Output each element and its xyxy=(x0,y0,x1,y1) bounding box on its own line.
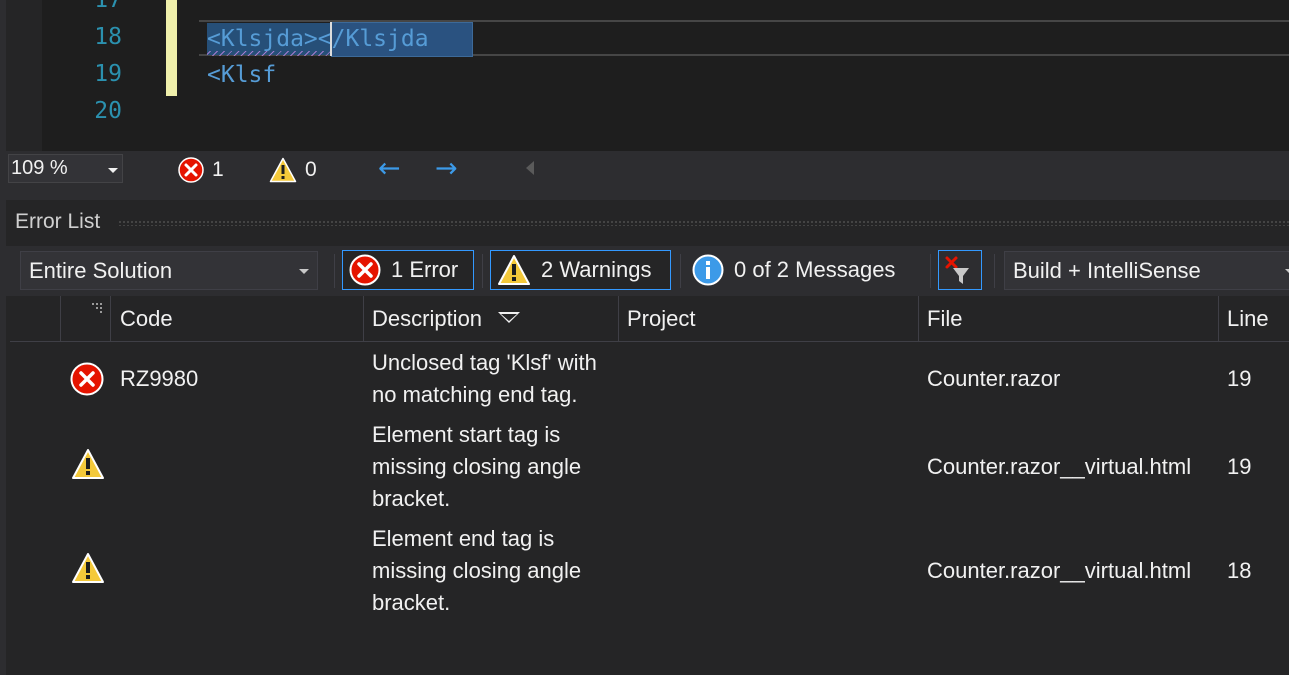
editor-glyph-margin xyxy=(6,0,42,151)
toolbar-separator xyxy=(994,254,995,288)
code-token-open-tag: <Klsjda> xyxy=(207,26,318,52)
panel-title: Error List xyxy=(15,210,101,233)
warning-file: Counter.razor__virtual.html xyxy=(927,558,1192,583)
source-combobox[interactable]: Build + IntelliSense xyxy=(1004,251,1289,290)
chevron-down-icon xyxy=(1285,269,1289,274)
error-code: RZ9980 xyxy=(120,366,199,391)
code-line-19[interactable]: <Klsf xyxy=(207,60,276,90)
column-header-description-label: Description xyxy=(372,306,483,331)
table-row[interactable]: Element start tag is missing closing ang… xyxy=(10,418,1289,516)
warning-file: Counter.razor__virtual.html xyxy=(927,454,1192,479)
column-header-line[interactable]: Line xyxy=(1219,296,1289,341)
error-list-header: Code Description Project File Line xyxy=(10,296,1289,342)
error-count-indicator[interactable]: 1 xyxy=(178,157,224,183)
line-number: 19 xyxy=(94,61,122,87)
table-row[interactable]: RZ9980 Unclosed tag 'Klsf' with no match… xyxy=(10,346,1289,414)
error-list-panel: Error List Entire Solution 1 Error 2 War… xyxy=(0,200,1289,675)
warning-icon xyxy=(498,255,530,285)
arrow-left-icon[interactable]: ← xyxy=(378,155,401,182)
clear-filter-button[interactable] xyxy=(938,250,982,290)
messages-filter-label: 0 of 2 Messages xyxy=(734,257,896,282)
error-icon xyxy=(349,254,381,286)
toolbar-separator xyxy=(930,254,931,288)
warning-icon xyxy=(72,449,104,479)
sort-descending-icon xyxy=(498,311,521,323)
panel-drag-grip[interactable] xyxy=(118,220,1289,226)
errors-filter-label: 1 Error xyxy=(391,257,459,282)
column-header-project[interactable]: Project xyxy=(619,296,917,341)
source-value: Build + IntelliSense xyxy=(1013,258,1201,283)
toolbar-separator xyxy=(334,254,335,288)
line-number: 20 xyxy=(94,98,122,124)
column-header-code[interactable]: Code xyxy=(112,296,362,341)
messages-filter-button[interactable]: 0 of 2 Messages xyxy=(686,250,926,290)
scope-value: Entire Solution xyxy=(29,258,173,283)
warning-icon xyxy=(269,157,297,183)
column-header-description[interactable]: Description xyxy=(364,296,618,341)
table-row[interactable]: Element end tag is missing closing angle… xyxy=(10,522,1289,620)
editor-status-bar: 109 % 1 0 ← → xyxy=(0,151,1289,187)
text-caret xyxy=(330,22,332,56)
change-tracking-bar xyxy=(166,20,177,96)
error-file: Counter.razor xyxy=(927,366,1061,391)
error-line: 19 xyxy=(1227,366,1252,391)
zoom-combobox[interactable]: 109 % xyxy=(8,154,123,183)
code-line-18[interactable]: <Klsjda></Klsjda xyxy=(207,24,429,54)
warning-count-indicator[interactable]: 0 xyxy=(269,157,317,183)
warning-description: Element start tag is missing closing ang… xyxy=(372,422,582,511)
line-number: 17 xyxy=(94,0,122,13)
toolbar-separator xyxy=(482,254,483,288)
warning-line: 19 xyxy=(1227,454,1252,479)
zoom-value: 109 % xyxy=(11,157,68,179)
warning-line: 18 xyxy=(1227,558,1252,583)
info-icon xyxy=(692,254,724,286)
column-separator[interactable] xyxy=(110,296,111,341)
warning-squiggle xyxy=(207,51,331,56)
warnings-filter-label: 2 Warnings xyxy=(541,257,652,282)
line-number: 18 xyxy=(94,24,122,50)
clear-filter-icon xyxy=(945,256,969,284)
warning-count: 0 xyxy=(305,158,317,181)
error-icon xyxy=(70,362,104,396)
code-token-close-tag: </Klsjda xyxy=(317,26,429,52)
errors-filter-button[interactable]: 1 Error xyxy=(342,250,474,290)
chevron-down-icon xyxy=(108,168,118,173)
column-header-file[interactable]: File xyxy=(919,296,1217,341)
scroll-left-icon[interactable] xyxy=(526,161,534,175)
arrow-right-icon[interactable]: → xyxy=(435,155,458,182)
scope-combobox[interactable]: Entire Solution xyxy=(20,251,318,290)
change-tracking-bar xyxy=(166,0,177,20)
error-description: Unclosed tag 'Klsf' with no matching end… xyxy=(372,350,597,407)
toolbar-separator xyxy=(680,254,681,288)
warnings-filter-button[interactable]: 2 Warnings xyxy=(490,250,671,290)
chevron-down-icon xyxy=(299,269,309,274)
panel-splitter[interactable] xyxy=(0,187,1289,200)
column-options-icon[interactable] xyxy=(92,303,104,313)
error-list-toolbar: Entire Solution 1 Error 2 Warnings 0 of … xyxy=(0,246,1289,296)
warning-icon xyxy=(72,553,104,583)
warning-description: Element end tag is missing closing angle… xyxy=(372,526,582,615)
error-count: 1 xyxy=(212,158,224,181)
code-editor[interactable]: 17 18 19 20 <Klsjda></Klsjda <Klsf xyxy=(0,0,1289,151)
column-separator[interactable] xyxy=(60,296,61,341)
error-icon xyxy=(178,157,204,183)
